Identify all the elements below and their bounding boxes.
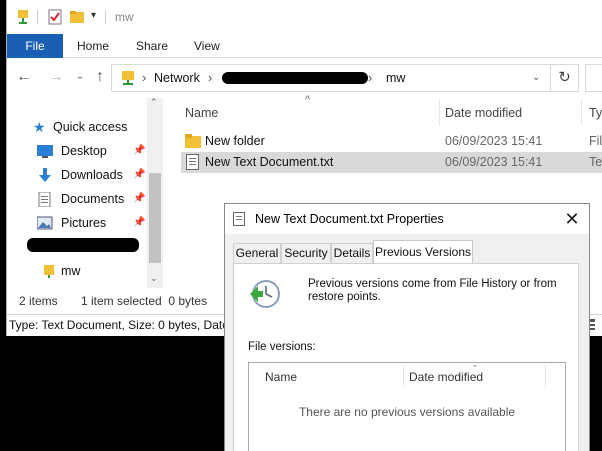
breadcrumb-chevron-icon[interactable]: ›: [208, 70, 212, 85]
ribbon: File Home Share View: [7, 34, 602, 58]
window-title: mw: [115, 10, 134, 24]
file-date: 06/09/2023 15:41: [445, 134, 543, 148]
nav-scrollbar-thumb[interactable]: [149, 173, 161, 263]
checklist-icon[interactable]: [47, 9, 63, 25]
column-header-date-modified[interactable]: Date modified: [409, 370, 483, 384]
restore-clock-icon: [250, 280, 280, 308]
file-name: New Text Document.txt: [205, 155, 334, 169]
dialog-title-bar: New Text Document.txt Properties ✕: [225, 204, 589, 234]
sort-descending-icon: ⌄: [471, 359, 479, 369]
documents-icon: [38, 192, 51, 207]
dialog-title: New Text Document.txt Properties: [255, 212, 444, 226]
star-icon: ★: [33, 119, 46, 135]
sidebar-item-label: Pictures: [61, 216, 107, 230]
column-header-name[interactable]: Name: [265, 370, 297, 384]
sidebar-item-label: Downloads: [61, 168, 123, 182]
desktop-icon: [37, 145, 53, 158]
tab-file[interactable]: File: [7, 34, 63, 58]
new-folder-icon[interactable]: [69, 9, 85, 25]
sidebar-item-label: Desktop: [61, 144, 107, 158]
versions-description: Previous versions come from File History…: [308, 278, 557, 303]
network-folder-icon: [122, 71, 134, 85]
pictures-icon: [37, 216, 53, 230]
up-arrow-icon[interactable]: ↑: [91, 68, 109, 86]
nav-scrollbar[interactable]: ⌃ ⌄: [147, 97, 163, 288]
empty-state-text: There are no previous versions available: [298, 405, 516, 419]
file-name: New folder: [205, 134, 265, 148]
file-type: Tex: [589, 155, 602, 169]
pin-icon: 📌: [133, 145, 146, 156]
refresh-icon[interactable]: ↻: [551, 64, 579, 92]
dialog-content: Previous versions come from File History…: [233, 263, 579, 451]
tab-security[interactable]: Security: [281, 243, 331, 263]
tab-previous-versions[interactable]: Previous Versions: [373, 240, 473, 264]
properties-dialog: New Text Document.txt Properties ✕ Gener…: [224, 203, 590, 451]
text-document-icon: [186, 154, 199, 170]
column-divider[interactable]: [439, 100, 440, 126]
properties-icon[interactable]: [15, 9, 31, 25]
close-icon[interactable]: ✕: [561, 208, 583, 230]
breadcrumb-chevron-icon[interactable]: ›: [142, 70, 146, 85]
sidebar-item-label: Quick access: [53, 120, 128, 134]
forward-arrow-icon[interactable]: →: [47, 68, 65, 86]
address-row: ← → ⌄ ↑ › Network › › mw ⌄ ↻: [7, 58, 602, 98]
pin-icon: 📌: [133, 193, 146, 204]
folder-icon: [185, 134, 201, 148]
file-versions-list[interactable]: ⌄ Name Date modified There are no previo…: [248, 359, 566, 451]
column-header-date-modified[interactable]: Date modified: [445, 106, 522, 120]
sort-ascending-icon: ^: [305, 94, 311, 106]
address-dropdown-icon[interactable]: ⌄: [532, 72, 540, 83]
breadcrumb-chevron-icon[interactable]: ›: [368, 70, 372, 85]
pin-icon: 📌: [133, 217, 146, 228]
selection-info: 1 item selected 0 bytes: [81, 294, 208, 308]
pin-icon: 📌: [133, 169, 146, 180]
column-divider[interactable]: [581, 100, 582, 126]
column-divider[interactable]: [545, 365, 546, 387]
scroll-up-icon[interactable]: ⌃: [150, 97, 158, 108]
file-date: 06/09/2023 15:41: [445, 155, 543, 169]
details-text: Type: Text Document, Size: 0 bytes, Date…: [9, 318, 243, 332]
tab-share[interactable]: Share: [136, 34, 168, 58]
folder-icon: [44, 265, 54, 278]
text-document-icon: [233, 212, 245, 226]
customize-toolbar-icon[interactable]: ▾: [91, 10, 96, 21]
title-bar: ▾ mw: [7, 0, 602, 34]
breadcrumb-mw[interactable]: mw: [386, 71, 405, 85]
tab-home[interactable]: Home: [77, 34, 109, 58]
tab-view[interactable]: View: [194, 34, 220, 58]
toolbar-divider: [105, 10, 106, 24]
search-input[interactable]: [585, 64, 602, 92]
toolbar-divider: [37, 10, 38, 24]
scroll-down-icon[interactable]: ⌄: [150, 273, 158, 284]
breadcrumb-network[interactable]: Network: [154, 71, 200, 85]
redacted-item: [27, 238, 139, 252]
download-arrow-icon: [39, 168, 51, 182]
column-header-name[interactable]: Name: [185, 106, 218, 120]
tab-details[interactable]: Details: [331, 243, 373, 263]
back-arrow-icon[interactable]: ←: [15, 68, 33, 86]
recent-locations-chevron-icon[interactable]: ⌄: [71, 68, 89, 86]
sidebar-item-label: mw: [61, 264, 81, 278]
file-versions-label: File versions:: [248, 341, 316, 353]
column-divider[interactable]: [403, 365, 404, 387]
file-type: File: [589, 134, 602, 148]
column-header-type[interactable]: Typ: [589, 106, 602, 120]
item-count: 2 items: [19, 294, 58, 308]
navigation-pane: ★ Quick access Desktop 📌 Downloads 📌 Doc…: [7, 97, 167, 288]
redacted-server-name: [222, 72, 368, 84]
sidebar-item-label: Documents: [61, 192, 125, 206]
tab-general[interactable]: General: [233, 243, 281, 263]
address-bar[interactable]: › Network › › mw ⌄: [111, 64, 551, 92]
table-row[interactable]: New Text Document.txt 06/09/2023 15:41 T…: [181, 152, 602, 173]
table-row[interactable]: New folder 06/09/2023 15:41 File: [181, 131, 602, 152]
